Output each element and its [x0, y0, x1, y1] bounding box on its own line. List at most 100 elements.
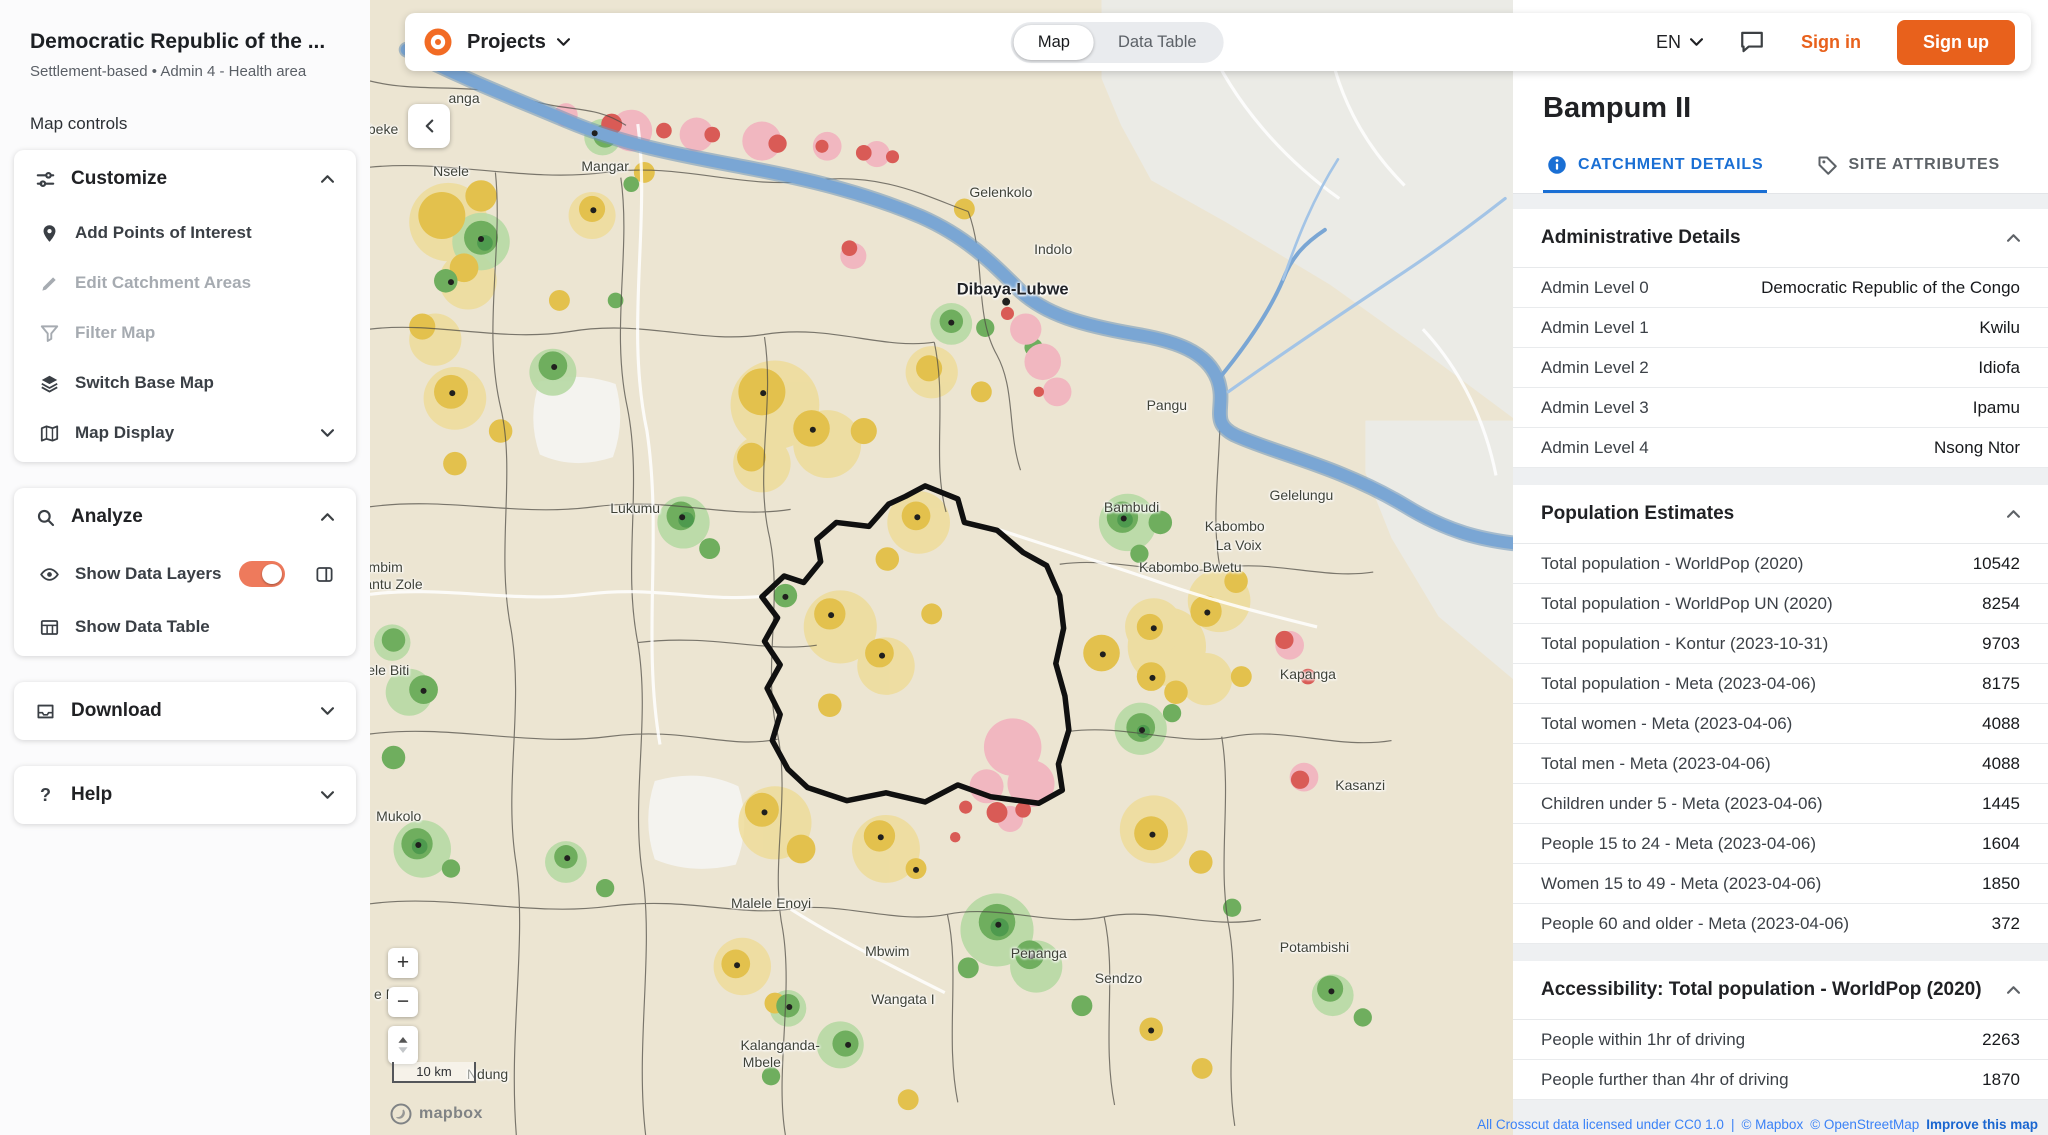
chevron-down-icon — [557, 38, 570, 46]
data-layers-toggle[interactable] — [239, 561, 285, 587]
compass-control[interactable] — [388, 1026, 418, 1064]
customize-card: Customize Add Points of Interest Edit Ca… — [14, 150, 356, 462]
chevron-up-icon — [2007, 510, 2020, 518]
layers-icon — [40, 374, 59, 393]
map-icon — [40, 424, 59, 443]
osm-attribution-link[interactable]: © OpenStreetMap — [1810, 1117, 1919, 1132]
accessibility-header[interactable]: Accessibility: Total population - WorldP… — [1513, 961, 2048, 1020]
help-header[interactable]: ? Help — [14, 766, 356, 824]
help-card: ? Help — [14, 766, 356, 824]
mapbox-logo[interactable]: mapbox — [390, 1103, 483, 1125]
project-title: Democratic Republic of the ... — [0, 0, 370, 54]
sign-up-button[interactable]: Sign up — [1897, 20, 2015, 65]
sign-in-button[interactable]: Sign in — [1801, 32, 1861, 53]
detail-value: 4088 — [1982, 754, 2020, 774]
detail-key: Total population - WorldPop (2020) — [1541, 554, 1803, 574]
language-label: EN — [1656, 32, 1681, 53]
improve-map-link[interactable]: Improve this map — [1926, 1117, 2038, 1132]
population-estimates-rows: Total population - WorldPop (2020) 10542… — [1513, 544, 2048, 944]
detail-key: Admin Level 4 — [1541, 438, 1649, 458]
panel-tabs: CATCHMENT DETAILS SITE ATTRIBUTES — [1513, 141, 2048, 194]
detail-value: 8254 — [1982, 594, 2020, 614]
pin-icon — [40, 224, 59, 243]
customize-header[interactable]: Customize — [14, 150, 356, 208]
detail-row: People 15 to 24 - Meta (2023-04-06) 1604 — [1513, 824, 2048, 864]
detail-value: 4088 — [1982, 714, 2020, 734]
population-estimates-header[interactable]: Population Estimates — [1513, 485, 2048, 544]
eye-icon — [40, 565, 59, 584]
detail-key: Total population - WorldPop UN (2020) — [1541, 594, 1833, 614]
app-logo[interactable] — [423, 27, 453, 57]
chevron-up-icon — [2007, 986, 2020, 994]
open-panel-icon[interactable] — [315, 565, 334, 584]
detail-value: Ipamu — [1973, 398, 2020, 418]
section-administrative-details: Administrative Details Admin Level 0 Dem… — [1513, 209, 2048, 468]
detail-value: 10542 — [1973, 554, 2020, 574]
administrative-details-rows: Admin Level 0 Democratic Republic of the… — [1513, 268, 2048, 468]
top-bar: Projects Map Data Table EN Sign in Sign … — [405, 13, 2031, 71]
detail-row: People 60 and older - Meta (2023-04-06) … — [1513, 904, 2048, 944]
zoom-out-button[interactable]: − — [388, 987, 418, 1017]
view-option-data-table[interactable]: Data Table — [1094, 25, 1221, 60]
tag-icon — [1817, 155, 1837, 175]
chevron-down-icon — [321, 429, 334, 437]
mapbox-attribution-link[interactable]: © Mapbox — [1741, 1117, 1803, 1132]
analyze-card: Analyze Show Data Layers Show Data Table — [14, 488, 356, 656]
project-subtitle: Settlement-based • Admin 4 - Health area — [0, 54, 370, 80]
attribution-separator: | — [1731, 1117, 1735, 1132]
detail-key: People 60 and older - Meta (2023-04-06) — [1541, 914, 1849, 934]
section-title: Population Estimates — [1541, 503, 1734, 525]
help-title: Help — [71, 784, 112, 806]
crosscut-license-link[interactable]: All Crosscut data licensed under CC0 1.0 — [1477, 1117, 1724, 1132]
chevron-down-icon — [321, 707, 334, 715]
chat-icon[interactable] — [1739, 29, 1765, 55]
section-title: Administrative Details — [1541, 227, 1741, 249]
top-bar-right: EN Sign in Sign up — [1656, 20, 2015, 65]
view-option-map[interactable]: Map — [1014, 25, 1094, 60]
detail-row: Total population - Kontur (2023-10-31) 9… — [1513, 624, 2048, 664]
tab-label: SITE ATTRIBUTES — [1848, 156, 2000, 174]
language-selector[interactable]: EN — [1656, 32, 1703, 53]
tune-icon — [36, 170, 55, 189]
analyze-header[interactable]: Analyze — [14, 488, 356, 546]
chevron-left-icon — [425, 120, 433, 133]
sidebar-item-edit-catchment-areas[interactable]: Edit Catchment Areas — [14, 258, 356, 308]
projects-menu[interactable]: Projects — [467, 31, 570, 54]
detail-key: Admin Level 1 — [1541, 318, 1649, 338]
detail-row: Admin Level 0 Democratic Republic of the… — [1513, 268, 2048, 308]
detail-value: Kwilu — [1979, 318, 2020, 338]
map-controls-heading: Map controls — [0, 80, 370, 150]
detail-key: Total population - Meta (2023-04-06) — [1541, 674, 1816, 694]
detail-value: 1870 — [1982, 1070, 2020, 1090]
sidebar-item-map-display[interactable]: Map Display — [14, 408, 356, 458]
section-title: Accessibility: Total population - WorldP… — [1541, 979, 1982, 1001]
administrative-details-header[interactable]: Administrative Details — [1513, 209, 2048, 268]
sidebar-item-switch-base-map[interactable]: Switch Base Map — [14, 358, 356, 408]
download-title: Download — [71, 700, 162, 722]
detail-row: Total population - WorldPop (2020) 10542 — [1513, 544, 2048, 584]
sidebar-item-filter-map[interactable]: Filter Map — [14, 308, 356, 358]
sidebar-item-add-points-of-interest[interactable]: Add Points of Interest — [14, 208, 356, 258]
tab-catchment-details[interactable]: CATCHMENT DETAILS — [1543, 141, 1767, 193]
detail-value: 9703 — [1982, 634, 2020, 654]
detail-value: Nsong Ntor — [1934, 438, 2020, 458]
customize-title: Customize — [71, 168, 167, 190]
info-icon — [1547, 155, 1567, 175]
help-icon: ? — [36, 785, 55, 806]
download-header[interactable]: Download — [14, 682, 356, 740]
detail-row: Children under 5 - Meta (2023-04-06) 144… — [1513, 784, 2048, 824]
filter-icon — [40, 324, 59, 343]
sidebar-item-show-data-table[interactable]: Show Data Table — [14, 602, 356, 652]
sidebar-item-show-data-layers[interactable]: Show Data Layers — [14, 546, 356, 602]
map-canvas[interactable]: anga beke Nsele Mangar Gelenkolo Indolo … — [370, 0, 1513, 1135]
item-label: Map Display — [75, 423, 174, 443]
map-zoom-controls: + − — [388, 948, 418, 1064]
pitch-up-icon — [397, 1037, 409, 1053]
tab-site-attributes[interactable]: SITE ATTRIBUTES — [1813, 141, 2004, 193]
detail-key: People further than 4hr of driving — [1541, 1070, 1789, 1090]
catchment-title: Bampum II — [1543, 92, 2048, 125]
detail-row: Admin Level 4 Nsong Ntor — [1513, 428, 2048, 468]
zoom-in-button[interactable]: + — [388, 948, 418, 978]
map-image — [370, 0, 1513, 1135]
collapse-sidebar-button[interactable] — [408, 104, 450, 148]
